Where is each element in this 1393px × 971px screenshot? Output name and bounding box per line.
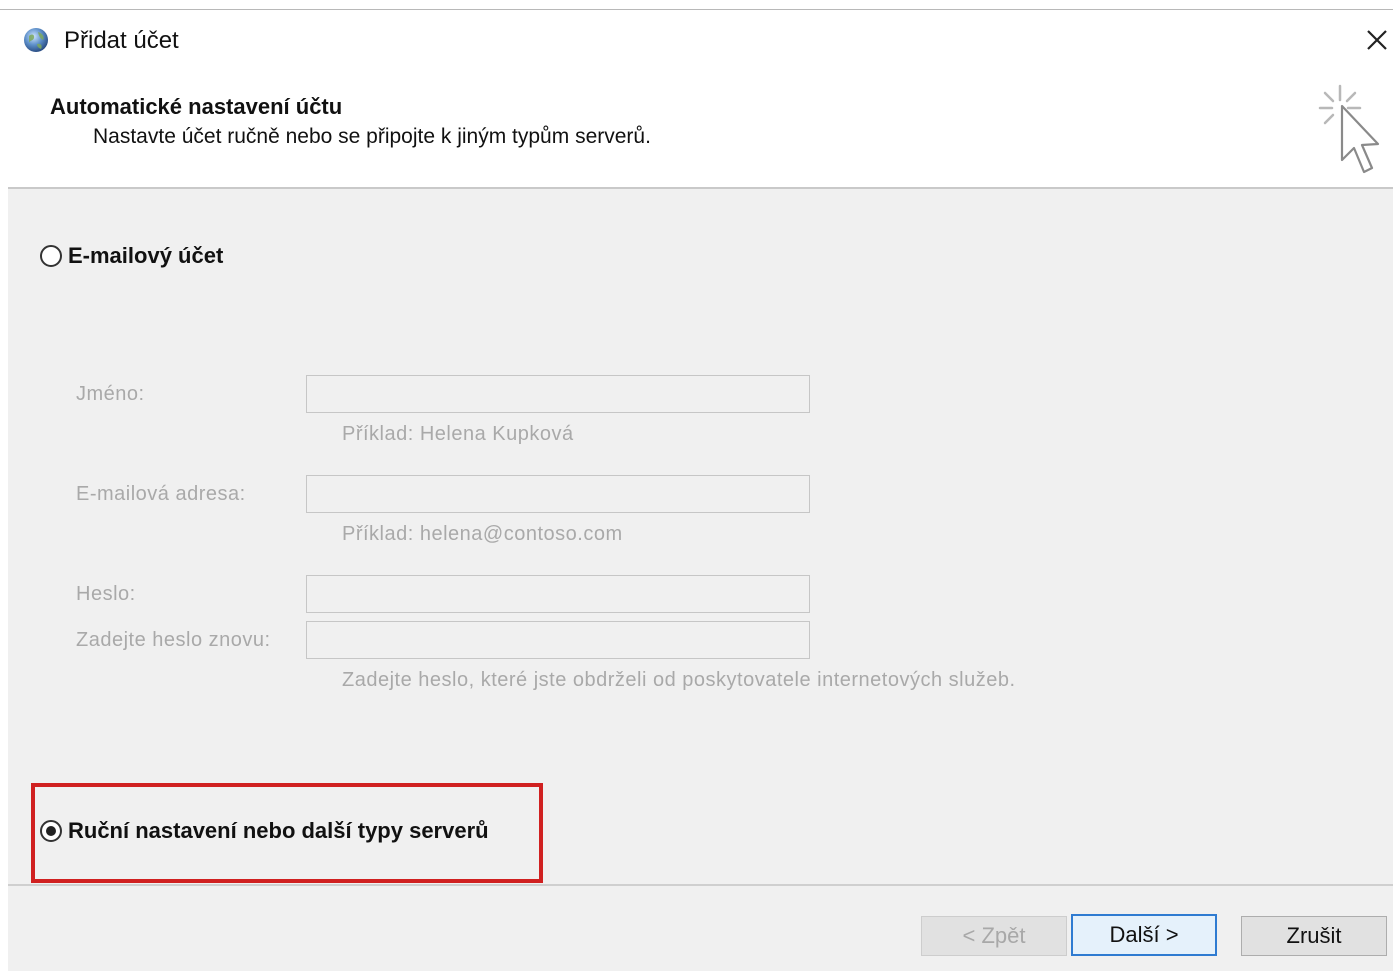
email-account-label: E-mailový účet [68,243,224,268]
password-input[interactable] [306,575,810,613]
email-hint: Příklad: helena@contoso.com [342,523,623,545]
manual-setup-label: Ruční nastavení nebo další typy serverů [68,818,489,843]
page-title: Automatické nastavení účtu [50,94,343,119]
options-panel [8,189,1393,884]
globe-icon [22,26,50,54]
manual-setup-option[interactable]: Ruční nastavení nebo další typy serverů [40,818,489,844]
wizard-header: Automatické nastavení účtu Nastavte účet… [0,74,1393,188]
cursor-click-icon [1312,82,1386,186]
password-label: Heslo: [76,583,136,605]
manual-setup-radio[interactable] [40,820,62,842]
name-input[interactable] [306,375,810,413]
password-confirm-label: Zadejte heslo znovu: [76,629,271,651]
back-button[interactable]: < Zpět [921,916,1067,956]
name-hint: Příklad: Helena Kupková [342,423,574,445]
close-icon [1367,30,1387,50]
password-confirm-input[interactable] [306,621,810,659]
email-account-radio[interactable] [40,245,62,267]
name-label: Jméno: [76,383,145,405]
page-subtitle: Nastavte účet ručně nebo se připojte k j… [93,125,651,148]
title-bar: Přidat účet [0,11,1393,73]
next-button[interactable]: Další > [1071,914,1217,956]
add-account-dialog: Přidat účet Automatické nastavení účtu N… [0,0,1393,971]
email-address-input[interactable] [306,475,810,513]
email-account-option[interactable]: E-mailový účet [40,243,223,269]
close-button[interactable] [1360,23,1393,57]
password-hint: Zadejte heslo, které jste obdrželi od po… [342,669,1016,691]
window-title: Přidat účet [64,27,179,54]
cancel-button[interactable]: Zrušit [1241,916,1387,956]
window-top-border [0,0,1393,10]
email-label: E-mailová adresa: [76,483,246,505]
